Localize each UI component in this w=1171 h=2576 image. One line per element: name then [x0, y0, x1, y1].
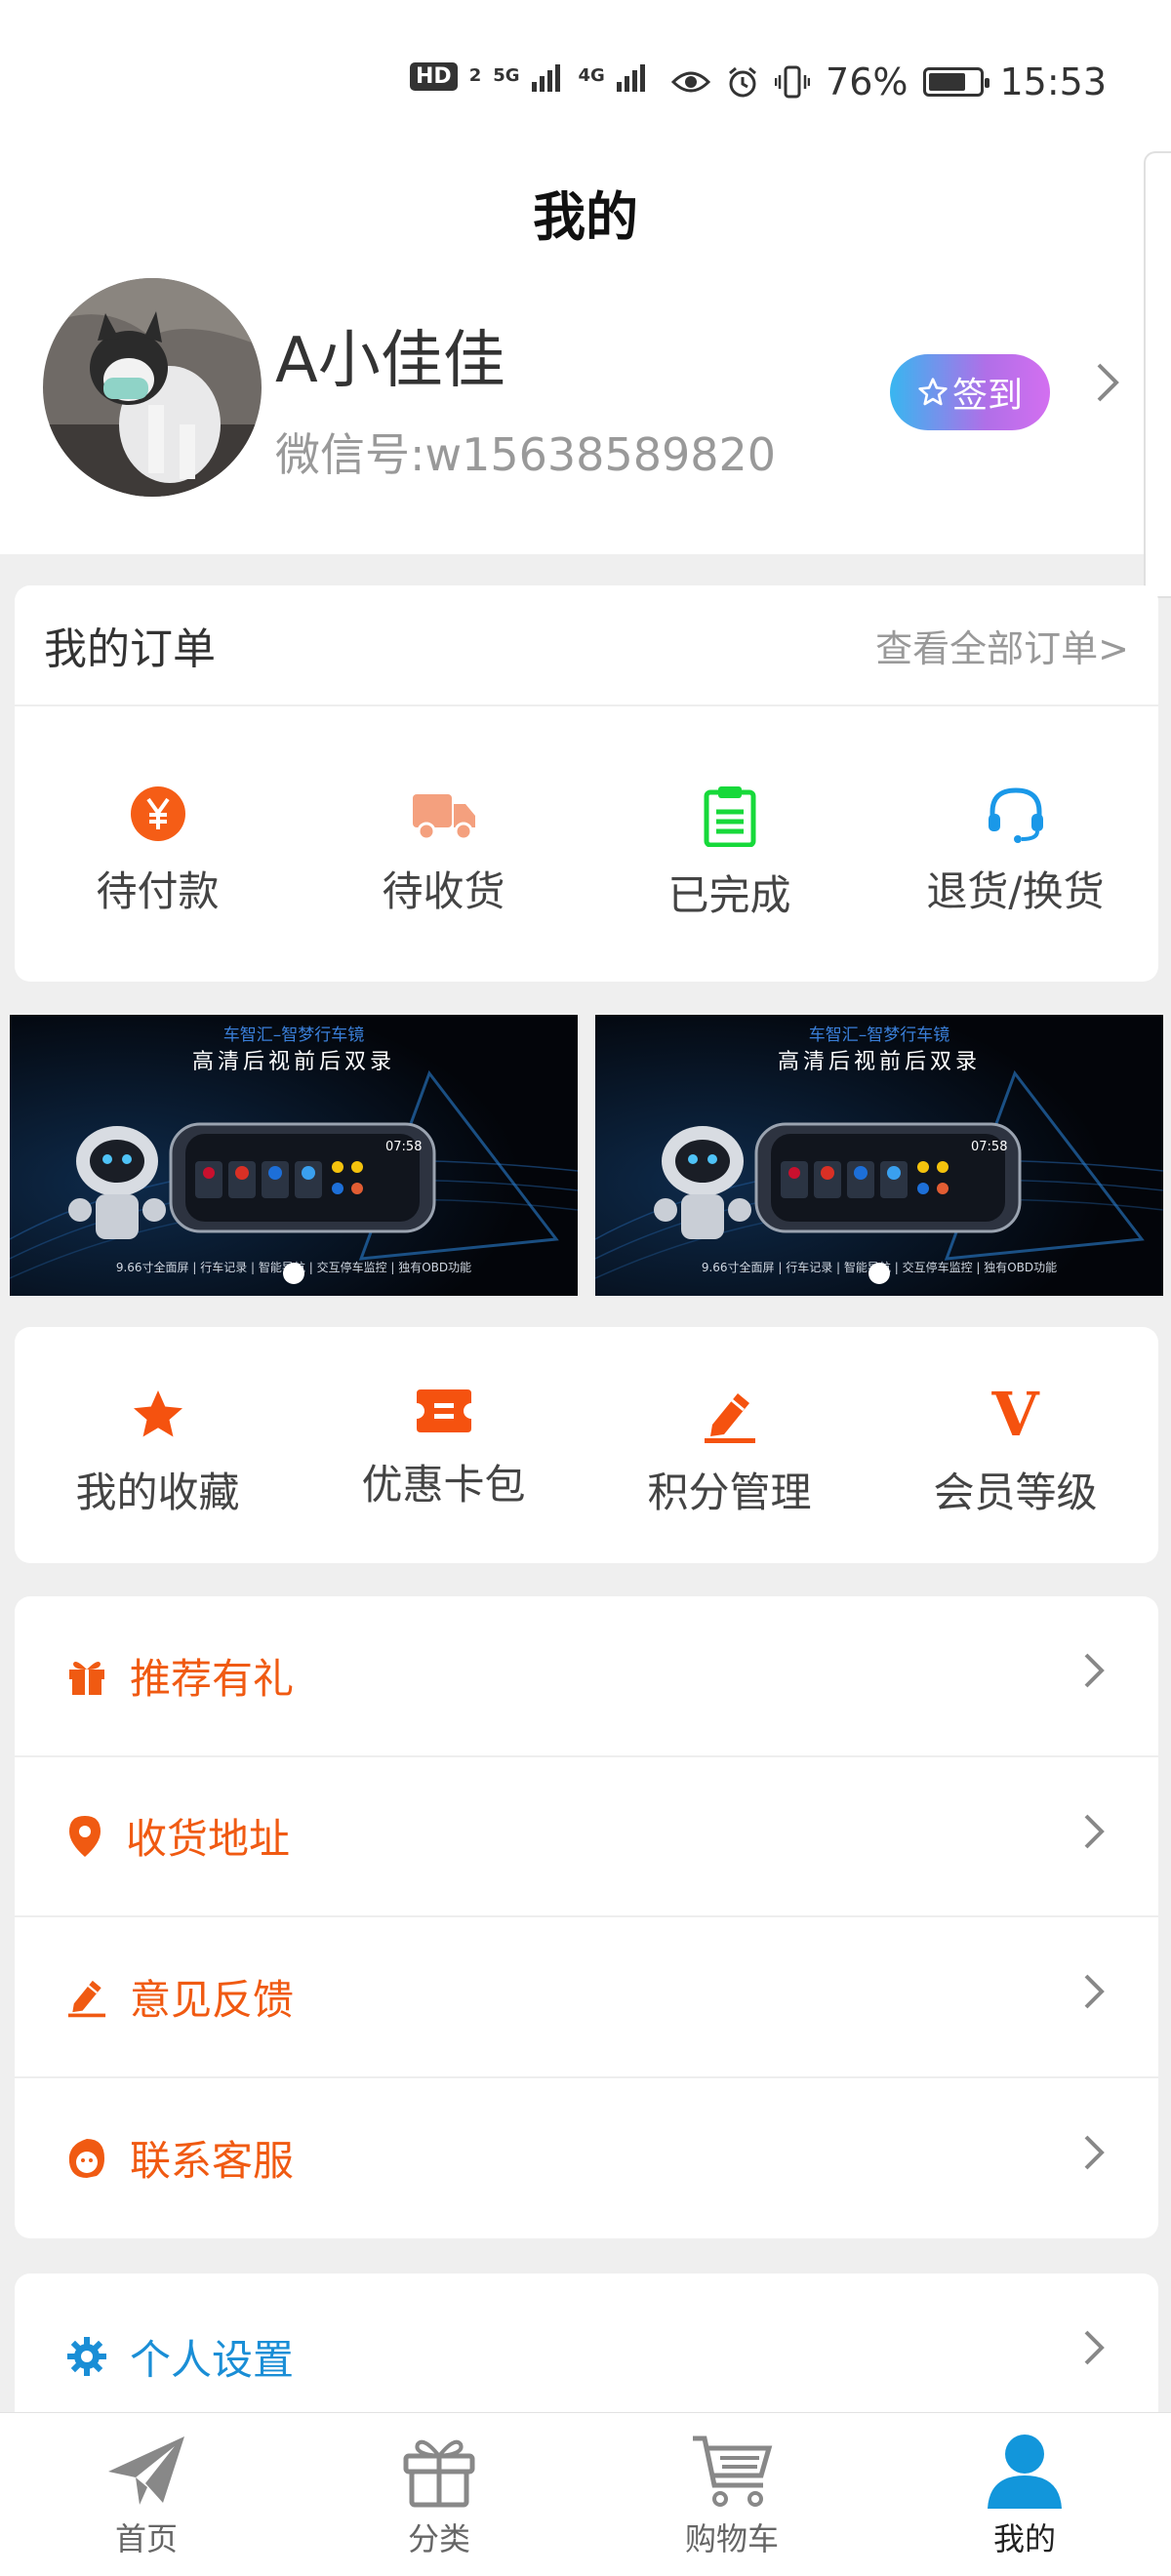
points-button[interactable]: 积分管理 — [598, 1386, 862, 1519]
menu-label: 收货地址 — [126, 1815, 291, 1864]
carousel-dot[interactable] — [868, 1263, 890, 1284]
tab-mine[interactable]: 我的 — [878, 2413, 1171, 2576]
signal-icon — [531, 64, 560, 92]
hd-sub-label: 2 — [468, 65, 482, 86]
order-label: 已完成 — [667, 871, 791, 919]
network-indicators: HD 2 5G 4G — [410, 60, 652, 92]
order-pending-delivery[interactable]: 待收货 — [312, 785, 576, 922]
menu-card: 推荐有礼 收货地址 意见反馈 联系客服 — [15, 1596, 1158, 2238]
coupon-icon — [416, 1389, 471, 1432]
signin-label: 签到 — [951, 376, 1023, 416]
order-pending-payment[interactable]: 待付款 — [26, 785, 290, 922]
location-pin-icon — [69, 1815, 101, 1857]
gift-icon — [69, 1662, 104, 1696]
menu-item-support[interactable]: 联系客服 — [15, 2078, 1158, 2239]
alarm-icon — [729, 66, 756, 98]
menu-label: 个人设置 — [130, 2335, 295, 2384]
order-label: 待收货 — [382, 867, 505, 915]
chevron-right-icon — [1084, 1653, 1105, 1688]
coupons-button[interactable]: 优惠卡包 — [312, 1386, 576, 1519]
banner-title: 高清后视前后双录 — [777, 1050, 981, 1074]
cart-icon — [693, 2435, 773, 2507]
view-all-orders-link[interactable]: 查看全部订单> — [875, 619, 1129, 672]
battery-percent: 76% — [826, 60, 909, 103]
tool-label: 优惠卡包 — [361, 1461, 526, 1509]
edit-icon — [67, 1981, 106, 2018]
chevron-right-icon — [1084, 1814, 1105, 1848]
user-icon — [988, 2435, 1062, 2509]
menu-item-address[interactable]: 收货地址 — [15, 1757, 1158, 1917]
star-outline-icon — [918, 378, 948, 406]
pencil-icon — [704, 1393, 755, 1443]
avatar[interactable] — [43, 278, 262, 497]
membership-button[interactable]: V 会员等级 — [884, 1379, 1148, 1519]
orders-header: 我的订单 查看全部订单> — [15, 585, 1158, 706]
status-bar: HD 2 5G 4G 76% 15:53 — [0, 0, 1171, 146]
system-indicators: 76% 15:53 — [671, 60, 1107, 103]
promo-banner[interactable]: 车智汇–智梦行车镜 高清后视前后双录 07:58 9.66寸全面屏 | 行车记录… — [595, 1015, 1163, 1296]
network-4g-label: 4G — [578, 65, 605, 86]
side-drawer-handle[interactable] — [1144, 151, 1171, 598]
chevron-right-icon — [1084, 1974, 1105, 2009]
tab-label: 首页 — [114, 2520, 178, 2557]
order-returns[interactable]: 退货/换货 — [884, 785, 1148, 922]
order-completed[interactable]: 已完成 — [598, 785, 862, 922]
order-label: 待付款 — [96, 867, 220, 915]
chevron-right-icon — [1084, 2330, 1105, 2365]
headset-icon — [988, 787, 1043, 843]
banner-title: 高清后视前后双录 — [191, 1050, 395, 1074]
page-title: 我的 — [533, 186, 638, 248]
yen-icon — [130, 786, 185, 841]
service-agent-icon — [68, 2138, 104, 2178]
tab-label: 分类 — [407, 2520, 470, 2557]
vip-icon: V — [991, 1379, 1039, 1450]
profile-header: 我的 A小佳佳 微信号:w15638589820 签到 — [0, 146, 1171, 554]
wechat-id: 微信号:w15638589820 — [275, 428, 777, 481]
tools-card: 我的收藏 优惠卡包 积分管理 V 会员等级 — [15, 1327, 1158, 1563]
hd-badge: HD — [410, 61, 458, 91]
menu-label: 联系客服 — [130, 2137, 295, 2186]
promo-banner[interactable]: 车智汇–智梦行车镜 高清后视前后双录 07:58 9.66寸全面屏 | 行车记录… — [10, 1015, 578, 1296]
menu-item-referral[interactable]: 推荐有礼 — [15, 1596, 1158, 1757]
tool-label: 会员等级 — [933, 1469, 1098, 1516]
menu-label: 意见反馈 — [130, 1975, 295, 2024]
banner-screen-time: 07:58 — [971, 1140, 1008, 1154]
clipboard-icon — [704, 786, 755, 847]
banner-screen-time: 07:58 — [385, 1140, 423, 1154]
truck-icon — [412, 794, 475, 841]
tool-label: 积分管理 — [647, 1469, 812, 1516]
tab-category[interactable]: 分类 — [293, 2413, 586, 2576]
tool-label: 我的收藏 — [75, 1469, 240, 1516]
star-icon — [133, 1390, 182, 1437]
tab-home[interactable]: 首页 — [0, 2413, 293, 2576]
chevron-right-icon — [1084, 2135, 1105, 2169]
banner-brand: 车智汇–智梦行车镜 — [808, 1026, 950, 1045]
gift-box-icon — [403, 2439, 475, 2508]
banner-brand: 车智汇–智梦行车镜 — [222, 1026, 365, 1045]
tab-label: 购物车 — [684, 2520, 779, 2557]
vibrate-icon — [775, 65, 811, 99]
chevron-right-icon[interactable] — [1095, 361, 1120, 404]
menu-label: 推荐有礼 — [130, 1654, 295, 1703]
carousel-dot[interactable] — [283, 1263, 304, 1284]
order-label: 退货/换货 — [926, 867, 1105, 915]
eye-icon — [671, 71, 711, 93]
favorites-button[interactable]: 我的收藏 — [26, 1386, 290, 1519]
battery-icon — [923, 67, 990, 97]
gear-icon — [67, 2337, 106, 2376]
bottom-tab-bar: 首页 分类 购物车 我的 — [0, 2412, 1171, 2576]
menu-item-feedback[interactable]: 意见反馈 — [15, 1917, 1158, 2078]
network-5g-label: 5G — [493, 65, 520, 86]
paper-plane-icon — [108, 2436, 184, 2505]
clock: 15:53 — [999, 60, 1107, 103]
tab-label: 我的 — [992, 2520, 1056, 2557]
username: A小佳佳 — [275, 325, 505, 397]
tab-cart[interactable]: 购物车 — [586, 2413, 878, 2576]
orders-card: 我的订单 查看全部订单> 待付款 待收货 已完成 退货/换货 — [15, 585, 1158, 982]
signin-button[interactable]: 签到 — [890, 354, 1050, 430]
signal-icon — [616, 64, 645, 92]
orders-title: 我的订单 — [44, 624, 216, 674]
